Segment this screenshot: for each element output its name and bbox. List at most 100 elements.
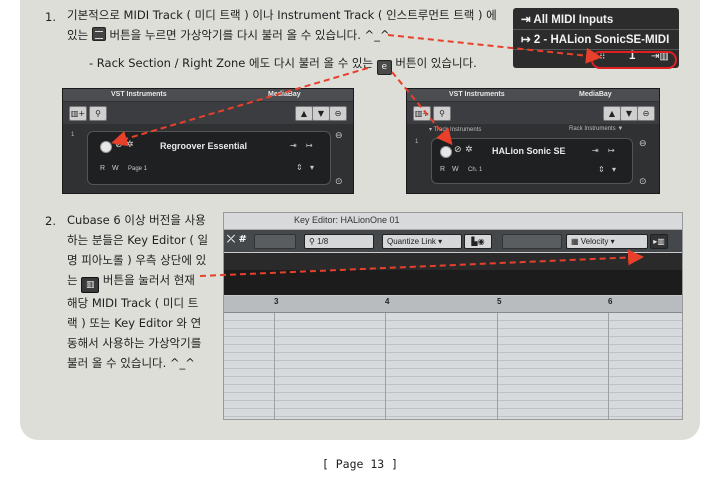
- step2-line: 불러 올 수 있습니다. ^_^: [67, 356, 195, 370]
- slot-number: 1: [415, 139, 419, 145]
- read-label[interactable]: R: [440, 166, 445, 173]
- bar-line: [497, 313, 498, 419]
- controller-select[interactable]: ▦ Velocity ▾: [566, 234, 648, 249]
- output-routing-icon[interactable]: ↦: [306, 141, 313, 150]
- midi-channel-label[interactable]: Ch. 1: [468, 167, 482, 173]
- step1-number: 1.: [45, 10, 56, 24]
- midi-input-label: All MIDI Inputs: [533, 14, 614, 26]
- midi-output-row[interactable]: ↦ 2 - HALion SonicSE-MIDI: [521, 32, 669, 46]
- edit-icon[interactable]: ⊘: [115, 140, 123, 150]
- tool-icons[interactable]: ⤫ #: [227, 234, 247, 245]
- tab-vst-instruments[interactable]: VST Instruments: [111, 91, 167, 98]
- preset-page[interactable]: Page 1: [128, 166, 147, 172]
- preset-menu-icon[interactable]: ▾: [310, 163, 314, 172]
- instrument-slot[interactable]: ⊘ ✲ HALion Sonic SE R W Ch. 1 ⇥ ↦ ⇕ ▾: [431, 138, 633, 184]
- quantize-select[interactable]: ⚲ 1/8: [304, 234, 374, 249]
- slot-number: 1: [71, 132, 75, 138]
- write-label[interactable]: W: [452, 166, 459, 173]
- preset-stepper-icon[interactable]: ⇕: [598, 165, 605, 174]
- toolbar: ▥+ ⚲ ▲ ▼ ⊖: [407, 102, 659, 124]
- step1-sub-b: 버튼이 있습니다.: [395, 56, 477, 70]
- output-routing-icon[interactable]: ↦: [608, 146, 615, 155]
- step1-line2-b: 버튼을 누르면 가상악기를 다시 불러 올 수 있습니다. ^_^: [109, 28, 390, 42]
- bar-line: [274, 313, 275, 419]
- toolbar: ▥+ ⚲ ▲ ▼ ⊖: [63, 102, 353, 124]
- instrument-name: Regroover Essential: [160, 141, 248, 151]
- step1-line2-a: 있는: [67, 28, 89, 42]
- midi-input-icon: ⇥: [521, 14, 531, 26]
- highlight-outline: [591, 51, 677, 69]
- bar-number: 6: [608, 297, 613, 306]
- step1-line2: 있는 버튼을 누르면 가상악기를 다시 불러 올 수 있습니다. ^_^: [67, 25, 390, 45]
- snap-field[interactable]: [254, 234, 296, 249]
- power-icon[interactable]: [440, 146, 452, 158]
- instrument-button-icon: [91, 27, 106, 41]
- midi-routing-box: ⇥ All MIDI Inputs ↦ 2 - HALion SonicSE-M…: [513, 8, 679, 69]
- tab-bar: VST Instruments MediaBay: [63, 89, 353, 101]
- section-rack-instruments: Rack Instruments ▼: [569, 126, 624, 132]
- bar-line: [385, 313, 386, 419]
- key-editor-toolbar: ⤫ # ⚲ 1/8 Quantize Link ▾ ▙◉ ▦ Velocity …: [224, 230, 682, 252]
- step1-line1: 기본적으로 MIDI Track ( 미디 트랙 ) 이나 Instrument…: [67, 8, 497, 22]
- key-editor-window: Key Editor: HALionOne 01 ⤫ # ⚲ 1/8 Quant…: [223, 212, 683, 420]
- info-line: [224, 253, 682, 270]
- collapse-icon[interactable]: ⊖: [335, 131, 343, 141]
- power-icon[interactable]: [100, 141, 112, 153]
- ruler[interactable]: 3 4 5 6: [224, 296, 682, 313]
- tab-mediabay[interactable]: MediaBay: [268, 91, 301, 98]
- page-footer: [ Page 13 ]: [321, 457, 399, 471]
- search-icon[interactable]: ⚲: [433, 106, 451, 121]
- preset-stepper-icon[interactable]: ⇕: [296, 163, 303, 172]
- resize-icon[interactable]: ⊙: [639, 177, 647, 187]
- midi-output-icon: ↦: [521, 34, 531, 46]
- step2-line: 하는 분들은 Key Editor ( 일: [67, 233, 209, 247]
- bar-number: 3: [274, 297, 279, 306]
- quantize-link-select[interactable]: Quantize Link ▾: [382, 234, 462, 249]
- move-down-icon[interactable]: ▼: [312, 106, 330, 121]
- preset-menu-icon[interactable]: ▾: [612, 165, 616, 174]
- note-grid[interactable]: [224, 313, 682, 419]
- step2-line: 랙 ) 또는 Key Editor 와 연: [67, 316, 202, 330]
- tab-mediabay[interactable]: MediaBay: [579, 91, 612, 98]
- instrument-name: HALion Sonic SE: [492, 146, 566, 156]
- menu-icon[interactable]: ⊖: [329, 106, 347, 121]
- step1-sub-a: - Rack Section / Right Zone 에도 다시 불러 올 수…: [89, 56, 374, 70]
- menu-icon[interactable]: ⊖: [637, 106, 655, 121]
- step2-line: 해당 MIDI Track ( 미디 트: [67, 296, 199, 310]
- write-label[interactable]: W: [112, 165, 119, 172]
- move-up-icon[interactable]: ▲: [603, 106, 621, 121]
- step1-sub: - Rack Section / Right Zone 에도 다시 불러 올 수…: [89, 53, 477, 75]
- settings-icon[interactable]: ✲: [126, 140, 134, 150]
- event-display-header: [224, 270, 682, 295]
- tab-vst-instruments[interactable]: VST Instruments: [449, 91, 505, 98]
- search-icon[interactable]: ⚲: [89, 106, 107, 121]
- bar-number: 4: [385, 297, 390, 306]
- input-routing-icon[interactable]: ⇥: [290, 141, 297, 150]
- settings-icon[interactable]: ✲: [465, 145, 473, 155]
- collapse-icon[interactable]: ⊖: [639, 139, 647, 149]
- window-title-bar: Key Editor: HALionOne 01: [224, 213, 682, 230]
- color-icon[interactable]: ▙◉: [464, 234, 492, 249]
- midi-input-row[interactable]: ⇥ All MIDI Inputs: [521, 12, 613, 26]
- bar-number: 5: [497, 297, 502, 306]
- section-track-instruments: ▾ Track Instruments: [429, 127, 482, 133]
- add-instrument-button[interactable]: ▥+: [69, 106, 87, 121]
- step2-line: 동해서 사용하는 가상악기를: [67, 336, 202, 350]
- add-instrument-button[interactable]: ▥+: [413, 106, 431, 121]
- resize-icon[interactable]: ⊙: [335, 177, 343, 187]
- bar-line: [608, 313, 609, 419]
- move-down-icon[interactable]: ▼: [620, 106, 638, 121]
- divider: [513, 49, 679, 50]
- edit-instrument-button[interactable]: ▸▥: [650, 234, 668, 249]
- step2-text: Cubase 6 이상 버전을 사용 하는 분들은 Key Editor ( 일…: [67, 210, 217, 373]
- input-routing-icon[interactable]: ⇥: [592, 146, 599, 155]
- move-up-icon[interactable]: ▲: [295, 106, 313, 121]
- read-label[interactable]: R: [100, 165, 105, 172]
- tab-bar: VST Instruments MediaBay: [407, 89, 659, 101]
- edit-instrument-icon: e: [376, 60, 392, 75]
- instrument-slot[interactable]: ⊘ ✲ Regroover Essential R W Page 1 ⇥ ↦ ⇕…: [87, 131, 331, 185]
- edit-icon[interactable]: ⊘: [454, 145, 462, 155]
- edit-instrument-icon: ▥: [81, 277, 100, 293]
- window-title: Key Editor: HALionOne 01: [294, 215, 400, 225]
- step-input-field[interactable]: [502, 234, 562, 249]
